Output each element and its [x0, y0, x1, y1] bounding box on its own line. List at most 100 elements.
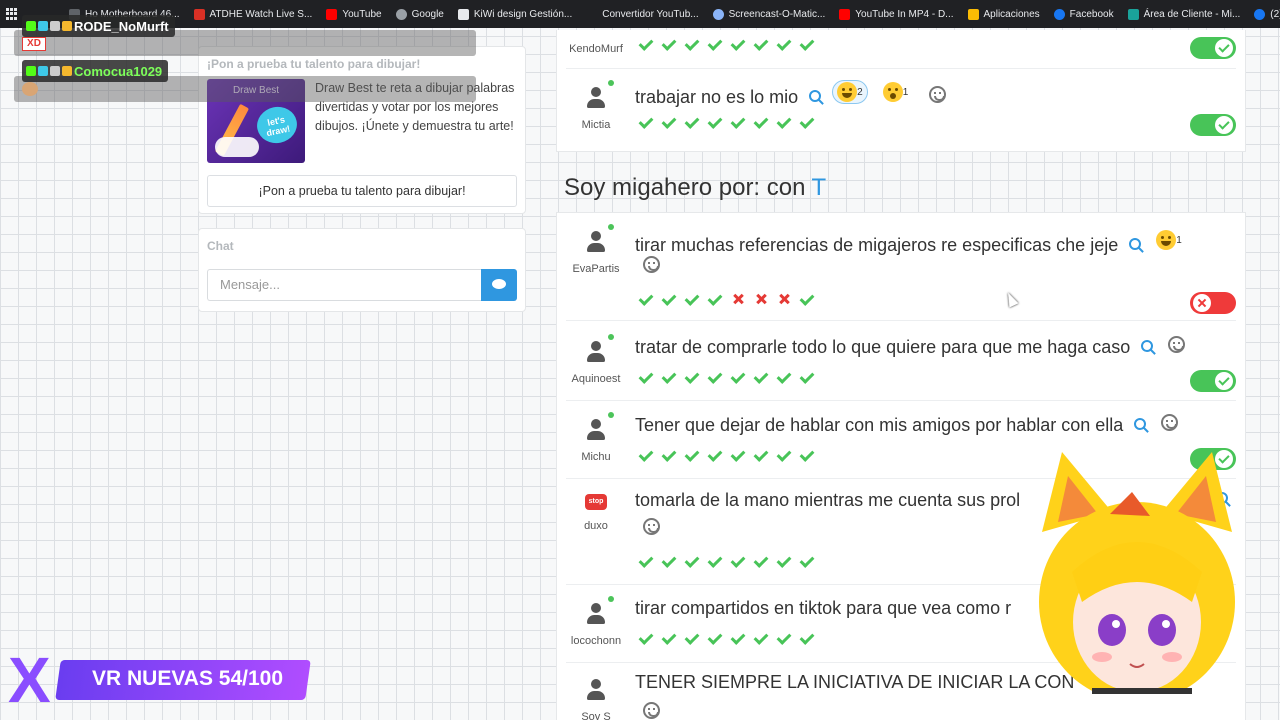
approve-vote-icon [707, 36, 723, 52]
username: Mictia [581, 119, 611, 131]
online-indicator [608, 334, 614, 340]
laugh-emoji-icon [837, 82, 858, 102]
bookmark-item[interactable]: Aplicaciones [967, 8, 1040, 20]
approve-vote-icon [638, 630, 654, 646]
close-icon [1193, 294, 1211, 312]
approve-vote-icon [638, 291, 654, 307]
username: Aquinoest [571, 373, 621, 385]
approve-vote-icon [661, 630, 677, 646]
accept-toggle[interactable] [1190, 114, 1236, 136]
user-avatar[interactable]: Michu [566, 410, 626, 463]
gift-badge-icon [62, 21, 72, 31]
bookmark-item[interactable]: KiWi design Gestión... [457, 8, 572, 20]
answer-text: tomarla de la mano mientras me cuenta su… [635, 490, 1021, 510]
add-reaction-icon[interactable] [643, 518, 660, 535]
stream-goal-banner: X VR NUEVAS 54/100 [8, 648, 314, 714]
add-reaction-icon[interactable] [1168, 336, 1186, 353]
answer-entry: Mictia trabajar no es lo mio 2 1 [566, 72, 1236, 144]
facebook-icon [1053, 8, 1065, 20]
cloud-icon [215, 137, 259, 157]
online-indicator [608, 596, 614, 602]
chat-title: Chat [207, 239, 234, 253]
vote-row [638, 553, 815, 569]
approve-vote-icon [799, 447, 815, 463]
user-avatar[interactable]: Mictia [566, 78, 626, 131]
try-drawing-button[interactable]: ¡Pon a prueba tu talento para dibujar! [207, 175, 517, 207]
approve-vote-icon [799, 114, 815, 130]
chat-message-input[interactable]: Mensaje... [207, 269, 481, 301]
approve-vote-icon [799, 369, 815, 385]
vote-row [638, 291, 815, 307]
online-indicator [608, 224, 614, 230]
user-avatar[interactable]: locochonn [566, 594, 626, 647]
approve-vote-icon [753, 553, 769, 569]
bookmark-item[interactable]: ATDHE Watch Live S... [193, 8, 312, 20]
accept-toggle[interactable] [1190, 370, 1236, 392]
approve-vote-icon [661, 36, 677, 52]
answer-text-row: tomarla de la mano mientras me cuenta su… [635, 490, 1020, 511]
answer-entry: Aquinoest tratar de comprarle todo lo qu… [566, 330, 1236, 396]
add-reaction-icon[interactable] [643, 256, 660, 273]
approve-vote-icon [707, 630, 723, 646]
bookmark-item[interactable]: (2) sv de minecraft... [1254, 8, 1280, 20]
approve-vote-icon [730, 369, 746, 385]
bookmark-item[interactable]: Google [395, 8, 444, 20]
user-avatar[interactable]: EvaPartis [566, 222, 626, 275]
user-avatar[interactable]: stop duxo [566, 484, 626, 532]
wow-emoji-icon [882, 82, 903, 102]
user-avatar[interactable]: KendoMurf [566, 40, 626, 55]
stop-sign-icon: stop [585, 494, 607, 510]
search-icon[interactable] [1129, 238, 1142, 250]
subscriber-badge-icon [38, 66, 48, 76]
bookmarks-bar: Ho Motherboard 46... ATDHE Watch Live S.… [0, 0, 1280, 28]
approve-vote-icon [730, 114, 746, 130]
vote-row [638, 114, 815, 130]
approve-vote-icon [776, 369, 792, 385]
bookmark-favicon-icon [457, 8, 469, 20]
approve-vote-icon [661, 553, 677, 569]
reaction-pill[interactable]: 2 [832, 80, 868, 104]
bookmark-item[interactable]: Convertidor YouTub... [586, 8, 699, 20]
section-letter: T [811, 174, 827, 201]
add-reaction-icon[interactable] [1161, 414, 1179, 431]
answer-text: tirar compartidos en tiktok para que vea… [635, 598, 1012, 618]
bookmark-item[interactable]: YouTube [326, 8, 382, 20]
reaction-pill[interactable]: 1 [1152, 228, 1186, 252]
user-avatar[interactable]: Aquinoest [566, 332, 626, 385]
approve-vote-icon [684, 630, 700, 646]
kick-badge-icon [26, 66, 36, 76]
bookmark-item[interactable]: Área de Cliente - Mi... [1127, 8, 1240, 20]
send-message-button[interactable] [481, 269, 517, 301]
online-indicator [608, 80, 614, 86]
user-avatar[interactable]: Soy S [566, 670, 626, 720]
approve-vote-icon [661, 114, 677, 130]
bookmark-item[interactable]: Facebook [1053, 8, 1114, 20]
goal-text: VR NUEVAS 54/100 [92, 667, 284, 690]
search-icon[interactable] [1141, 340, 1154, 352]
subscriber-badge-icon [38, 21, 48, 31]
username: EvaPartis [572, 263, 620, 275]
approve-vote-icon [730, 447, 746, 463]
youtube-icon [326, 8, 338, 20]
search-icon[interactable] [809, 90, 822, 102]
apps-grid-icon[interactable] [6, 8, 17, 20]
add-reaction-icon[interactable] [929, 86, 947, 103]
accept-toggle[interactable] [1190, 37, 1236, 59]
search-icon[interactable] [1134, 418, 1147, 430]
approve-vote-icon [684, 447, 700, 463]
user-icon [577, 670, 615, 708]
reaction-pill[interactable]: 1 [879, 80, 913, 104]
answer-text: tirar muchas referencias de migajeros re… [635, 235, 1119, 255]
bookmark-favicon-icon [193, 8, 205, 20]
bookmark-item[interactable]: YouTube In MP4 - D... [839, 8, 954, 20]
approve-vote-icon [638, 553, 654, 569]
approve-vote-icon [799, 553, 815, 569]
add-reaction-icon[interactable] [643, 702, 660, 719]
approve-vote-icon [638, 447, 654, 463]
approve-vote-icon [799, 291, 815, 307]
accept-toggle[interactable] [1190, 292, 1236, 314]
x-logo: X [8, 644, 51, 716]
bookmark-item[interactable]: Screencast-O-Matic... [712, 8, 825, 20]
divider [566, 320, 1236, 321]
overlay-avatar-icon [22, 82, 38, 96]
